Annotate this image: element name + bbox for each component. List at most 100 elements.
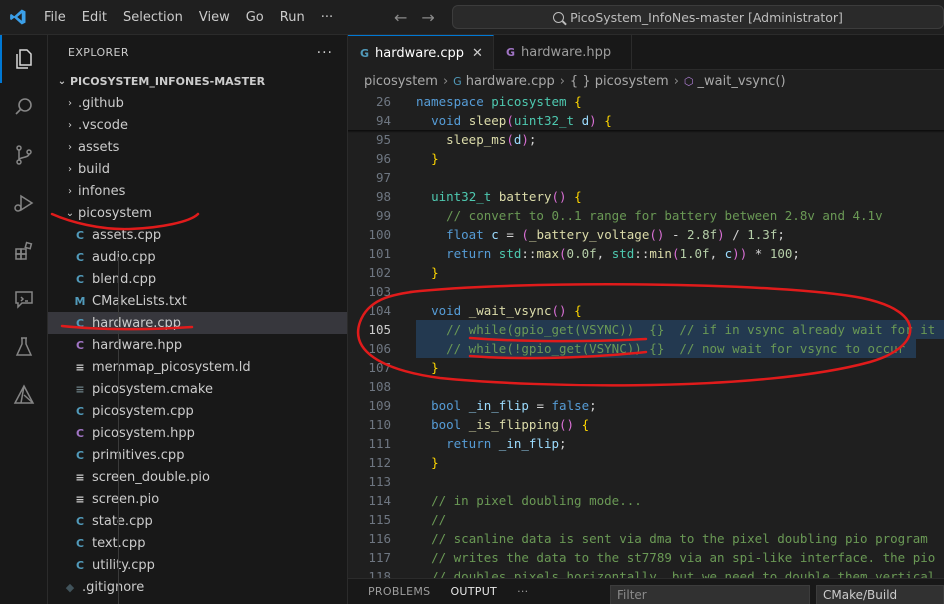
tree-item-label: screen_double.pio — [92, 469, 210, 485]
ld-file-icon: ≡ — [75, 492, 85, 506]
code-line[interactable]: 101 return std::max(0.0f, std::min(1.0f,… — [348, 244, 944, 263]
file-picosystem-hpp[interactable]: Cpicosystem.hpp — [48, 422, 347, 444]
file-blend-cpp[interactable]: Cblend.cpp — [48, 268, 347, 290]
breadcrumb-namespace[interactable]: { } picosystem — [570, 74, 669, 89]
sticky-scroll-line[interactable]: 26 namespace picosystem { — [348, 92, 944, 111]
tree-item-label: .vscode — [78, 117, 128, 133]
code-text: // in pixel doubling mode... — [431, 493, 642, 508]
search-icon[interactable] — [0, 83, 48, 131]
panel-more-button[interactable]: ··· — [507, 579, 538, 604]
chevron-right-icon: › — [442, 73, 449, 89]
breadcrumb-symbol[interactable]: _wait_vsync() — [698, 74, 786, 89]
code-line[interactable]: 106 // while(!gpio_get(VSYNC)) {} // now… — [348, 339, 944, 358]
file-picosystem-cmake[interactable]: ≡ picosystem.cmake — [48, 378, 347, 400]
tab-problems[interactable]: PROBLEMS — [358, 579, 440, 604]
cmake-icon[interactable] — [0, 371, 48, 419]
menu-view[interactable]: View — [191, 0, 238, 35]
source-control-icon[interactable] — [0, 131, 48, 179]
menu-run[interactable]: Run — [272, 0, 313, 35]
menu-edit[interactable]: Edit — [74, 0, 115, 35]
code-line[interactable]: 113 — [348, 472, 944, 491]
code-line[interactable]: 115 // — [348, 510, 944, 529]
cpp-file-icon: C — [75, 536, 85, 550]
code-line[interactable]: 96 } — [348, 149, 944, 168]
tab-hardware-hpp[interactable]: G hardware.hpp — [494, 35, 633, 70]
code-line[interactable]: 111 return _in_flip; — [348, 434, 944, 453]
file-hardware-cpp[interactable]: Chardware.cpp — [48, 312, 347, 334]
menu-go[interactable]: Go — [238, 0, 272, 35]
file-text-cpp[interactable]: Ctext.cpp — [48, 532, 347, 554]
extensions-icon[interactable] — [0, 227, 48, 275]
explorer-sidebar: EXPLORER ··· ⌄ PICOSYSTEM_INFONES-MASTER… — [48, 35, 348, 604]
file-hardware-hpp[interactable]: Chardware.hpp — [48, 334, 347, 356]
breadcrumb-file[interactable]: hardware.cpp — [466, 74, 555, 89]
code-line[interactable]: 116 // scanline data is sent via dma to … — [348, 529, 944, 548]
tab-output[interactable]: OUTPUT — [440, 579, 507, 604]
tree-item-label: .gitignore — [82, 579, 145, 595]
menu-selection[interactable]: Selection — [115, 0, 191, 35]
file-screen-double-pio[interactable]: ≡ screen_double.pio — [48, 466, 347, 488]
folder-vscode[interactable]: › .vscode — [48, 114, 347, 136]
folder-picosystem[interactable]: ⌄ picosystem — [48, 202, 347, 224]
file-cmakelists-txt[interactable]: M CMakeLists.txt — [48, 290, 347, 312]
sticky-scroll-shadow — [348, 130, 944, 133]
file-gitignore[interactable]: ◆ .gitignore — [48, 576, 347, 598]
output-channel-select[interactable]: CMake/Build — [816, 585, 944, 604]
forward-arrow-icon[interactable]: → — [421, 8, 434, 27]
line-number: 109 — [368, 398, 391, 413]
run-debug-icon[interactable] — [0, 179, 48, 227]
tree-item-label: assets.cpp — [92, 227, 162, 243]
explorer-icon[interactable] — [0, 35, 48, 83]
testing-icon[interactable] — [0, 323, 48, 371]
code-line[interactable]: 103 — [348, 282, 944, 301]
file-primitives-cpp[interactable]: Cprimitives.cpp — [48, 444, 347, 466]
hpp-file-icon: C — [75, 338, 85, 352]
code-line[interactable]: 107 } — [348, 358, 944, 377]
file-memmap-picosystem-ld[interactable]: ≡ memmap_picosystem.ld — [48, 356, 347, 378]
code-line[interactable]: 102 } — [348, 263, 944, 282]
cpp-file-icon: C — [75, 404, 85, 418]
code-line[interactable]: 109 bool _in_flip = false; — [348, 396, 944, 415]
explorer-title: EXPLORER — [68, 46, 129, 59]
breadcrumb-folder[interactable]: picosystem — [364, 74, 438, 89]
code-line[interactable]: 117 // writes the data to the st7789 via… — [348, 548, 944, 567]
file-audio-cpp[interactable]: Caudio.cpp — [48, 246, 347, 268]
explorer-more-button[interactable]: ··· — [317, 45, 333, 61]
file-assets-cpp[interactable]: Cassets.cpp — [48, 224, 347, 246]
code-line[interactable]: 105 // while(gpio_get(VSYNC)) {} // if i… — [348, 320, 944, 339]
code-line[interactable]: 110 bool _is_flipping() { — [348, 415, 944, 434]
file-picosystem-cpp[interactable]: Cpicosystem.cpp — [48, 400, 347, 422]
back-arrow-icon[interactable]: ← — [394, 8, 407, 27]
code-line[interactable]: 99 // convert to 0..1 range for battery … — [348, 206, 944, 225]
file-screen-pio[interactable]: ≡ screen.pio — [48, 488, 347, 510]
file-utility-cpp[interactable]: Cutility.cpp — [48, 554, 347, 576]
chat-icon[interactable] — [0, 275, 48, 323]
code-line[interactable]: 112 } — [348, 453, 944, 472]
code-line[interactable]: 98 uint32_t battery() { — [348, 187, 944, 206]
output-filter-input[interactable]: Filter — [610, 585, 810, 604]
menu-more[interactable]: ··· — [313, 0, 341, 35]
folder-infones[interactable]: › infones — [48, 180, 347, 202]
line-number: 94 — [375, 113, 391, 128]
folder-github[interactable]: › .github — [48, 92, 347, 114]
sticky-scroll-line[interactable]: 94 void sleep(uint32_t d) { — [348, 111, 944, 130]
code-line[interactable]: 108 — [348, 377, 944, 396]
code-line[interactable]: 100 float c = (_battery_voltage() - 2.8f… — [348, 225, 944, 244]
chevron-right-icon: › — [673, 73, 679, 89]
command-center-search[interactable]: PicoSystem_InfoNes-master [Administrator… — [452, 5, 944, 29]
file-state-cpp[interactable]: Cstate.cpp — [48, 510, 347, 532]
workspace-root[interactable]: ⌄ PICOSYSTEM_INFONES-MASTER — [48, 70, 347, 92]
code-line[interactable]: 118 // doubles pixels horizontally, but … — [348, 567, 944, 578]
tab-hardware-cpp[interactable]: G hardware.cpp ✕ — [348, 35, 494, 70]
menu-file[interactable]: File — [36, 0, 74, 35]
folder-assets[interactable]: › assets — [48, 136, 347, 158]
cmake-file-icon: M — [74, 294, 86, 308]
code-editor[interactable]: 26 namespace picosystem {94 void sleep(ui… — [348, 92, 944, 578]
close-icon[interactable]: ✕ — [472, 46, 483, 61]
line-number: 98 — [375, 189, 391, 204]
code-line[interactable]: 104 void _wait_vsync() { — [348, 301, 944, 320]
folder-build[interactable]: › build — [48, 158, 347, 180]
code-line[interactable]: 97 — [348, 168, 944, 187]
line-number: 118 — [368, 569, 391, 578]
code-line[interactable]: 114 // in pixel doubling mode... — [348, 491, 944, 510]
